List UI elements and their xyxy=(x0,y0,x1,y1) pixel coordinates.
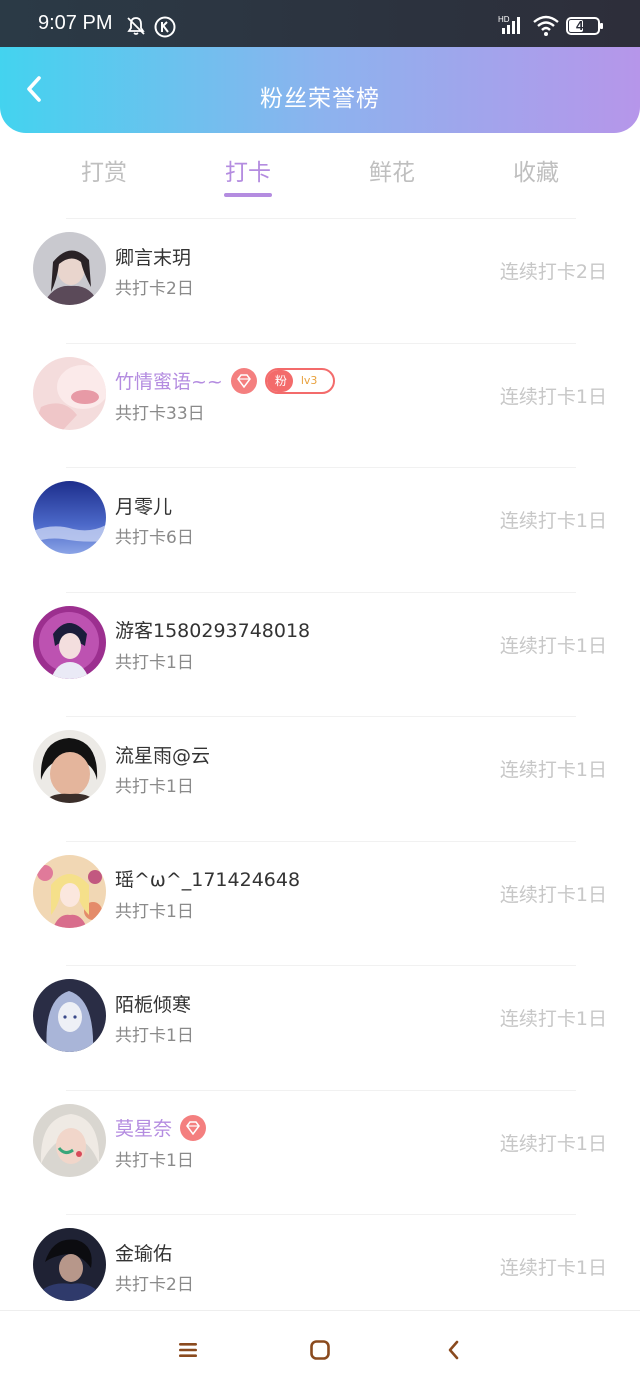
streak-checkins: 连续打卡1日 xyxy=(499,1008,607,1030)
name-line: 陌栀倾寒 xyxy=(115,990,191,1016)
name-line: 卿言末玥 xyxy=(115,243,191,269)
avatar xyxy=(33,232,106,305)
title-bar: 粉丝荣誉榜 xyxy=(0,47,640,133)
diamond-icon xyxy=(180,1114,207,1141)
header: 9:07 PM HD 47 粉丝荣誉榜 xyxy=(0,0,640,133)
tab-checkin[interactable]: 打卡 xyxy=(176,133,320,219)
tab-bar: 打赏 打卡 鲜花 收藏 xyxy=(32,133,608,219)
list-item[interactable]: 游客1580293748018 共打卡1日 连续打卡1日 xyxy=(0,593,640,717)
name-line: 游客1580293748018 xyxy=(115,617,310,643)
k-circle-icon xyxy=(154,16,176,38)
diamond-icon xyxy=(230,367,257,394)
total-checkins: 共打卡1日 xyxy=(115,901,194,922)
fan-level-badge: 粉 lv3 xyxy=(264,367,336,394)
fan-name: 瑶^ω^_171424648 xyxy=(115,869,301,891)
total-checkins: 共打卡2日 xyxy=(115,1275,194,1295)
avatar xyxy=(33,1228,106,1301)
page-title: 粉丝荣誉榜 xyxy=(260,86,380,112)
streak-checkins: 连续打卡2日 xyxy=(499,261,607,283)
total-checkins: 共打卡2日 xyxy=(115,279,194,299)
name-line: 竹情蜜语~~ 粉 lv3 xyxy=(115,367,336,394)
home-square-icon xyxy=(310,1340,330,1360)
avatar xyxy=(33,605,106,679)
avatar xyxy=(33,730,106,803)
fan-list: 卿言末玥 共打卡2日 连续打卡2日 竹情蜜语~~ 粉 lv3 共打卡33日 连续… xyxy=(0,219,640,1340)
system-back-button[interactable] xyxy=(437,1333,471,1367)
list-item[interactable]: 竹情蜜语~~ 粉 lv3 共打卡33日 连续打卡1日 xyxy=(0,344,640,468)
fan-name: 游客1580293748018 xyxy=(115,620,311,642)
total-checkins: 共打卡33日 xyxy=(115,403,205,424)
total-checkins: 共打卡6日 xyxy=(115,528,194,548)
avatar xyxy=(33,979,106,1052)
tab-label: 鲜花 xyxy=(369,160,415,186)
list-item[interactable]: 流星雨@云 共打卡1日 连续打卡1日 xyxy=(0,717,640,842)
tab-label: 收藏 xyxy=(513,160,559,186)
fan-name: 流星雨@云 xyxy=(115,744,211,767)
tab-label: 打卡 xyxy=(225,160,271,186)
tab-reward[interactable]: 打赏 xyxy=(32,133,176,219)
name-line: 金瑜佑 xyxy=(115,1239,172,1265)
list-item[interactable]: 卿言末玥 共打卡2日 连续打卡2日 xyxy=(0,219,640,344)
active-tab-indicator xyxy=(224,193,272,197)
streak-checkins: 连续打卡1日 xyxy=(499,1257,607,1279)
list-item[interactable]: 莫星奈 共打卡1日 连续打卡1日 xyxy=(0,1091,640,1215)
bell-off-icon xyxy=(126,16,146,36)
menu-icon xyxy=(179,1343,197,1357)
total-checkins: 共打卡1日 xyxy=(115,1150,194,1171)
fan-name: 卿言末玥 xyxy=(115,246,192,269)
list-item[interactable]: 陌栀倾寒 共打卡1日 连续打卡1日 xyxy=(0,966,640,1091)
fan-badge-label: 粉 xyxy=(266,369,293,392)
streak-checkins: 连续打卡1日 xyxy=(499,759,607,781)
fan-name: 竹情蜜语~~ xyxy=(115,371,223,393)
menu-button[interactable] xyxy=(171,1333,205,1367)
name-line: 瑶^ω^_171424648 xyxy=(115,866,300,892)
home-button[interactable] xyxy=(303,1333,337,1367)
fan-name: 陌栀倾寒 xyxy=(115,993,192,1016)
fan-badge-level: lv3 xyxy=(300,373,318,387)
signal-icon: HD xyxy=(498,14,524,34)
avatar xyxy=(33,854,106,928)
total-checkins: 共打卡1日 xyxy=(115,1026,194,1046)
page: 9:07 PM HD 47 粉丝荣誉榜 打赏 打卡 鲜花 收藏 卿言末玥 共打卡… xyxy=(0,0,640,1387)
list-item[interactable]: 瑶^ω^_171424648 共打卡1日 连续打卡1日 xyxy=(0,842,640,966)
total-checkins: 共打卡1日 xyxy=(115,652,194,673)
fan-name: 月零儿 xyxy=(115,495,173,518)
system-nav-bar xyxy=(0,1310,640,1387)
avatar xyxy=(33,481,106,554)
tab-label: 打赏 xyxy=(81,160,127,186)
tab-favorites[interactable]: 收藏 xyxy=(464,133,608,219)
fan-name: 莫星奈 xyxy=(115,1118,173,1140)
wifi-icon xyxy=(533,15,559,36)
status-time: 9:07 PM xyxy=(38,12,113,34)
streak-checkins: 连续打卡1日 xyxy=(499,883,607,906)
streak-checkins: 连续打卡1日 xyxy=(499,634,607,657)
fan-name: 金瑜佑 xyxy=(115,1242,173,1265)
name-line: 莫星奈 xyxy=(115,1114,207,1141)
avatar xyxy=(33,356,106,430)
network-label: HD xyxy=(498,15,510,24)
back-chevron-icon xyxy=(448,1340,459,1360)
total-checkins: 共打卡1日 xyxy=(115,777,194,797)
name-line: 流星雨@云 xyxy=(115,741,210,767)
streak-checkins: 连续打卡1日 xyxy=(499,385,607,408)
list-item[interactable]: 月零儿 共打卡6日 连续打卡1日 xyxy=(0,468,640,593)
streak-checkins: 连续打卡1日 xyxy=(499,1132,607,1155)
tab-flowers[interactable]: 鲜花 xyxy=(320,133,464,219)
avatar xyxy=(33,1103,106,1177)
status-bar: 9:07 PM HD 47 xyxy=(0,0,640,47)
streak-checkins: 连续打卡1日 xyxy=(499,510,607,532)
battery-level: 47 xyxy=(576,18,591,33)
name-line: 月零儿 xyxy=(115,492,172,518)
